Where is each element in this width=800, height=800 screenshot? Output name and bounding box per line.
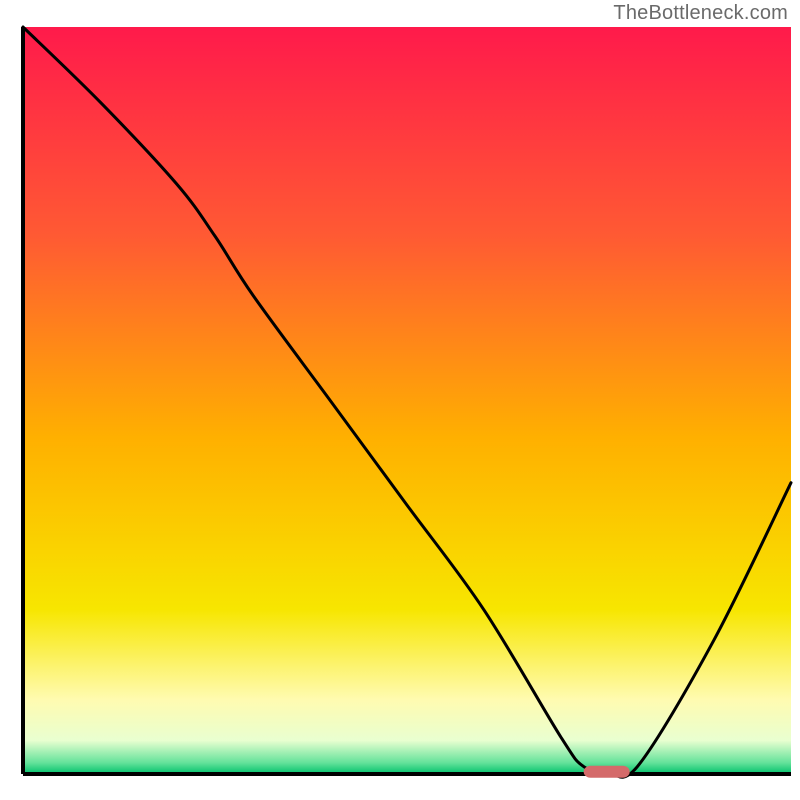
optimal-range-marker [584,766,630,778]
watermark-text: TheBottleneck.com [613,2,788,25]
chart-svg [0,0,800,800]
chart-stage: TheBottleneck.com [0,0,800,800]
plot-background [23,27,791,774]
